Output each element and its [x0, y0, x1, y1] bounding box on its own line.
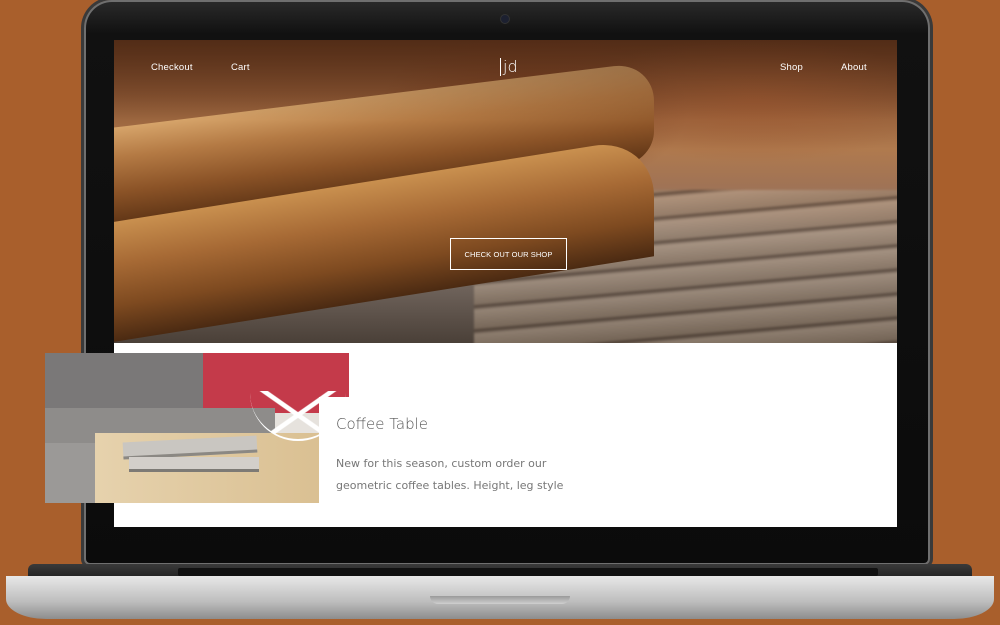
site-logo[interactable]: jd: [500, 58, 518, 76]
nav-link-shop[interactable]: Shop: [780, 62, 803, 73]
base-notch: [430, 596, 570, 604]
nav-link-about[interactable]: About: [841, 62, 867, 73]
laptop-base: [0, 564, 1000, 625]
product-description: New for this season, custom order our ge…: [336, 457, 564, 492]
coffee-table-image[interactable]: [45, 353, 349, 503]
product-title[interactable]: Coffee Table: [336, 415, 428, 433]
product-card: Coffee Table New for this season, custom…: [319, 397, 619, 517]
hero-banner: Checkout Cart jd Shop About CHECK OUT OU…: [114, 40, 897, 343]
keyboard-strip: [178, 568, 878, 576]
camera-icon: [501, 15, 509, 23]
sofa-back: [45, 353, 205, 413]
book-bottom: [129, 457, 259, 472]
hero-shade: [114, 40, 897, 120]
nav-link-cart[interactable]: Cart: [231, 62, 250, 73]
nav-link-checkout[interactable]: Checkout: [151, 62, 193, 73]
check-out-shop-button[interactable]: CHECK OUT OUR SHOP: [450, 238, 567, 270]
